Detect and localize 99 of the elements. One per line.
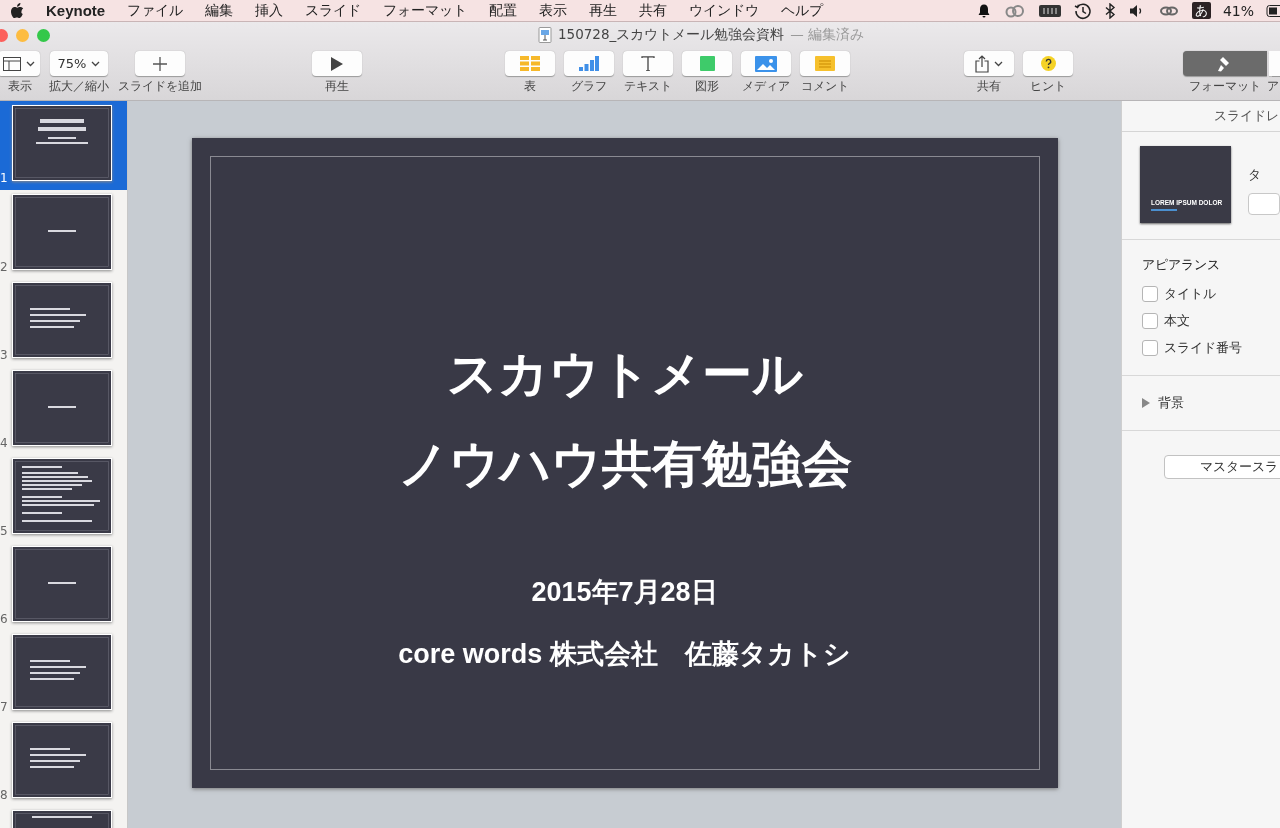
toolbar-label: 図形	[695, 78, 719, 95]
slide-title: ノウハウ共有勉強会	[397, 434, 852, 495]
slide-canvas[interactable]: スカウトメール ノウハウ共有勉強会 2015年7月28日 core words 株式会社 佐藤タカトシ	[191, 138, 1058, 788]
checkbox-label: スライド番号	[1164, 338, 1242, 357]
toolbar-label: ヒント	[1030, 78, 1066, 95]
slide-thumbnail-drawing[interactable]	[12, 458, 112, 534]
slide-thumbnail-drawing[interactable]	[12, 370, 112, 446]
format-button[interactable]	[1183, 51, 1267, 76]
chevron-icon	[26, 60, 35, 67]
plus-icon	[153, 56, 167, 71]
toolbar-label: 表	[524, 78, 536, 95]
apple-logo-icon[interactable]	[10, 2, 24, 19]
chevron-icon	[994, 60, 1003, 67]
layout-label: タ	[1248, 166, 1262, 184]
slide-thumbnail-drawing[interactable]	[12, 282, 112, 358]
document-icon	[538, 27, 552, 43]
slide-number: 8	[0, 788, 8, 802]
note-icon	[815, 56, 835, 71]
slide-row[interactable]: 4	[0, 366, 127, 454]
square-icon	[699, 56, 715, 71]
slide-row[interactable]: 8	[0, 718, 127, 806]
toolbar-label: テキスト	[624, 78, 672, 95]
disclosure-triangle-icon[interactable]	[1142, 398, 1150, 408]
media-button[interactable]	[741, 51, 791, 76]
play-button[interactable]	[312, 51, 362, 76]
input-mode-indicator[interactable]: あ	[1191, 2, 1211, 19]
checkbox[interactable]	[1142, 312, 1158, 329]
slide-thumbnail-drawing[interactable]	[12, 722, 112, 798]
slide-number: 2	[0, 260, 8, 274]
battery-meter-icon[interactable]	[1037, 2, 1062, 19]
slide-title: スカウトメール	[446, 344, 803, 405]
battery-percentage[interactable]: 41%	[1222, 2, 1254, 19]
slide-row[interactable]: 6	[0, 542, 127, 630]
slide-date: 2015年7月28日	[531, 576, 718, 609]
inspector-tab[interactable]: スライドレ	[1214, 107, 1279, 125]
menu-item[interactable]: 編集	[205, 1, 234, 20]
toolbar-label: グラフ	[571, 78, 607, 95]
chevron-icon	[91, 60, 101, 67]
menu-item[interactable]: 配置	[489, 1, 518, 20]
zoom-button[interactable]: 75%	[50, 51, 108, 76]
slide-number: 4	[0, 436, 8, 450]
checkbox-label: タイトル	[1164, 284, 1216, 303]
chart-button[interactable]	[564, 51, 614, 76]
share-button[interactable]	[964, 51, 1014, 76]
toolbar-label: 共有	[977, 78, 1001, 95]
menu-item[interactable]: ヘルプ	[781, 1, 824, 20]
menu-item[interactable]: ファイル	[127, 1, 184, 20]
toolbar-label: ア	[1267, 78, 1279, 95]
master-slide-button[interactable]: マスタースラ	[1164, 455, 1280, 479]
slide-number: 1	[0, 171, 8, 185]
play-icon	[331, 56, 343, 71]
slide-row[interactable]: 7	[0, 630, 127, 718]
edited-status: — 編集済み	[790, 26, 865, 44]
slide-number: 6	[0, 612, 8, 626]
view-button[interactable]	[0, 51, 40, 76]
text-button[interactable]	[623, 51, 673, 76]
checkbox-label: 本文	[1164, 311, 1190, 330]
share-icon	[975, 54, 989, 73]
slide-thumbnail-drawing[interactable]	[12, 634, 112, 710]
bluetooth-icon[interactable]	[1103, 2, 1116, 19]
slide-number: 5	[0, 524, 8, 538]
table-icon	[520, 56, 540, 71]
menu-item[interactable]: Keynote	[46, 2, 106, 19]
add-button[interactable]	[135, 51, 185, 76]
text-icon	[641, 56, 655, 71]
slide-row[interactable]: 2	[0, 190, 127, 278]
checkbox[interactable]	[1142, 285, 1158, 302]
menu-item[interactable]: 表示	[539, 1, 568, 20]
toolbar-label: 拡大／縮小	[49, 78, 109, 95]
toolbar-label: フォーマット	[1189, 78, 1261, 95]
bar-chart-icon	[579, 56, 599, 71]
menu-item[interactable]: 挿入	[255, 1, 284, 20]
section-heading: 背景	[1158, 394, 1184, 412]
menu-item[interactable]: 再生	[589, 1, 618, 20]
slide-thumbnail-drawing[interactable]	[12, 194, 112, 270]
slide-number: 7	[0, 700, 8, 714]
toolbar-label: コメント	[801, 78, 849, 95]
menu-item[interactable]: 共有	[639, 1, 668, 20]
toolbar-label: 再生	[325, 78, 349, 95]
slide-row[interactable]: 1	[0, 101, 127, 190]
question-mark-icon	[1040, 56, 1056, 71]
clock-icon[interactable]	[1073, 1, 1092, 20]
slide-author: core words 株式会社 佐藤タカトシ	[398, 638, 851, 671]
menu-item[interactable]: ウインドウ	[689, 1, 760, 20]
sidebar-layout-icon	[3, 56, 21, 71]
menu-item[interactable]: フォーマット	[383, 1, 468, 20]
toolbar-label: メディア	[742, 78, 790, 95]
slide-thumbnail-drawing[interactable]	[12, 546, 112, 622]
menu-item[interactable]: スライド	[305, 1, 362, 20]
slide-thumbnail-drawing[interactable]	[12, 105, 112, 181]
slide-row[interactable]: 3	[0, 278, 127, 366]
image-icon	[755, 55, 777, 72]
slide-number: 3	[0, 348, 8, 362]
window-title: 150728_スカウトメール勉強会資料	[558, 26, 785, 44]
toolbar-label: 表示	[8, 78, 32, 95]
toolbar-label: スライドを追加	[118, 78, 202, 95]
section-heading: アピアランス	[1142, 256, 1221, 274]
checkbox[interactable]	[1142, 339, 1158, 356]
slide-row[interactable]: 5	[0, 454, 127, 542]
